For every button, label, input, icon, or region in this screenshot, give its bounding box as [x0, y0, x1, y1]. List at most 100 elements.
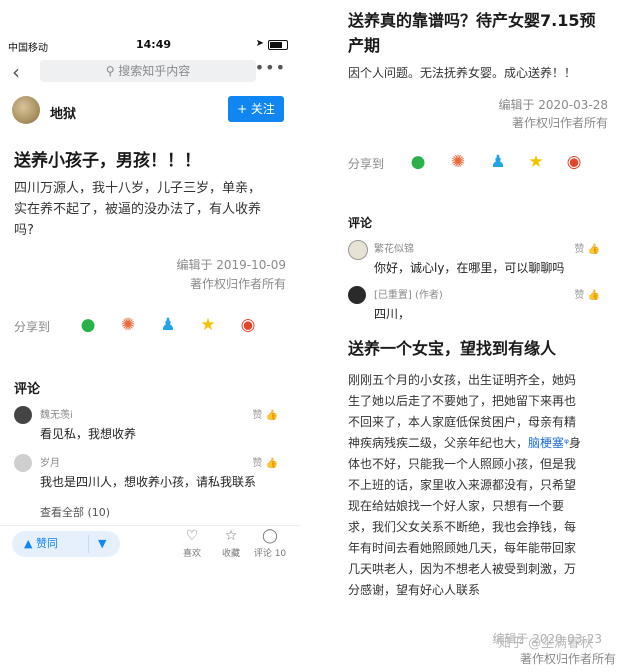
moments-icon[interactable]: ✺ [448, 152, 468, 172]
post-line: 体也不好，只能我一个人照顾小孩，但是我 [348, 457, 577, 471]
like-button[interactable]: 赞 👍 [252, 454, 278, 469]
share-label: 分享到 [348, 157, 385, 171]
right-screenshot: 送养真的靠谱吗？待产女婴7.15预 产期 因个人问题。无法抚养女婴。成心送养！！… [320, 0, 630, 672]
question-title: 送养小孩子，男孩！！！ [14, 151, 201, 171]
like-label: 赞 [574, 244, 585, 255]
question-body: 四川万源人，我十八岁，儿子三岁，单亲， 实在养不起了，被逼的没办法了，有人收养 … [14, 178, 286, 241]
moments-icon[interactable]: ✺ [118, 315, 138, 335]
question-line: 实在养不起了，被逼的没办法了，有人收养 [14, 202, 262, 217]
edited-date: 编辑于 2020-03-28 [498, 98, 608, 112]
weibo-icon[interactable]: ◉ [564, 152, 584, 172]
question-title: 送养真的靠谱吗？待产女婴7.15预 产期 [348, 8, 608, 58]
post-body: 刚刚五个月的小女孩，出生证明齐全，她妈 生了她以后走了不要她了，把她留下来再也 … [348, 370, 616, 601]
comment-text: 我也是四川人，想收养小孩，请私我联系 [40, 475, 257, 489]
author-row: 地狱 + 关注 [12, 96, 292, 126]
share-label: 分享到 [14, 320, 51, 334]
wechat-icon[interactable]: ● [408, 152, 428, 172]
clock: 14:49 [136, 38, 172, 51]
post-line: 不上班的话，家里收入来源都没有，只希望 [348, 478, 577, 492]
edited-date: 编辑于 2019-10-09 [176, 258, 286, 272]
comment-text: 四川， [374, 307, 411, 321]
comments-title: 评论 [14, 382, 41, 397]
comment-button[interactable]: ◯ 评论 10 [250, 528, 290, 559]
copyright-note: 著作权归作者所有 [189, 277, 286, 291]
back-icon[interactable]: ‹ [12, 60, 20, 84]
title-line: 产期 [348, 36, 381, 55]
avatar[interactable] [12, 96, 40, 124]
post-line: 分感谢，望有好心人联系 [348, 583, 481, 597]
comments-title: 评论 [348, 216, 373, 230]
divider [88, 535, 89, 553]
question-line: 吗? [14, 223, 34, 238]
upvote-label: 赞同 [35, 537, 58, 550]
avatar[interactable] [14, 454, 32, 472]
thumb-icon: 👍 [587, 290, 600, 301]
collect-label: 收藏 [221, 549, 240, 559]
upvote-button[interactable]: ▲ 赞同 [24, 531, 58, 557]
collect-button[interactable]: ☆ 收藏 [211, 528, 251, 559]
question-body: 因个人问题。无法抚养女婴。成心送养！！ [348, 66, 577, 80]
thumb-icon: 👍 [265, 458, 278, 469]
view-all-comments[interactable]: 查看全部 (10) [40, 504, 110, 520]
post-line-tail: 身 [569, 436, 582, 450]
comment-item: 繁花似锦 你好，诚心ly，在哪里，可以聊聊吗 赞 👍 [348, 238, 608, 282]
post-line-text: 神疾病残疾二级，父亲年纪也大， [348, 436, 529, 450]
comment-text: 你好，诚心ly，在哪里，可以聊聊吗 [374, 261, 565, 275]
watermark: 知乎 @尘满春秋 [498, 636, 594, 651]
search-icon: ⚲ [105, 64, 119, 78]
comment-author[interactable]: 岁月 [40, 454, 60, 469]
comment-item: [已重置] (作者) 四川， 赞 👍 [348, 284, 608, 328]
qzone-icon[interactable]: ★ [198, 315, 218, 335]
post-line: 几天哄老人，因为不想老人被受到刺激，万 [348, 562, 577, 576]
follow-button[interactable]: + 关注 [228, 96, 284, 122]
author-name[interactable]: 地狱 [50, 103, 76, 122]
qq-icon[interactable]: ♟ [158, 315, 178, 335]
left-screenshot: 中国移动 14:49 ➤ ‹ ⚲ 搜索知乎内容 ••• 地狱 + 关注 送养小孩… [0, 0, 300, 672]
avatar[interactable] [14, 406, 32, 424]
status-bar: 中国移动 14:49 ➤ [0, 36, 300, 54]
copyright-note: 著作权归作者所有 [511, 116, 608, 130]
share-row: 分享到 ● ✺ ♟ ★ ◉ [14, 315, 294, 337]
comment-author[interactable]: 魏无羡i [40, 406, 73, 421]
post-line: 神疾病残疾二级，父亲年纪也大，脑梗塞ᵠ身 [348, 433, 616, 454]
location-icon: ➤ [255, 38, 264, 49]
weibo-icon[interactable]: ◉ [238, 315, 258, 335]
post-line: 生了她以后走了不要她了，把她留下来再也 [348, 394, 577, 408]
keyword-link[interactable]: 脑梗塞 [528, 436, 564, 450]
battery-icon [268, 40, 288, 50]
bottom-action-bar: ▲ 赞同 ▼ ♡ 喜欢 ☆ 收藏 ◯ 评论 10 [0, 525, 300, 566]
like-button[interactable]: 赞 👍 [252, 406, 278, 421]
search-placeholder: 搜索知乎内容 [118, 64, 191, 78]
qq-icon[interactable]: ♟ [488, 152, 508, 172]
like-button[interactable]: 赞 👍 [574, 240, 600, 255]
avatar[interactable] [348, 286, 366, 304]
copyright-note: 著作权归作者所有 [519, 652, 616, 666]
comment-author[interactable]: [已重置] (作者) [374, 286, 443, 301]
like-label: 赞 [252, 458, 263, 469]
like-action-label: 喜欢 [182, 549, 201, 559]
post-line: 不回来了，本人家庭低保贫困户，母亲有精 [348, 415, 577, 429]
post-line: 求，我们父女关系不断绝，我也会挣钱，每 [348, 520, 577, 534]
post-line: 现在给姑娘找一个好人家，只想有一个要 [348, 499, 565, 513]
search-input[interactable]: ⚲ 搜索知乎内容 [40, 60, 256, 82]
comment-text: 看见私，我想收养 [40, 427, 137, 441]
downvote-button[interactable]: ▼ [98, 531, 106, 557]
wechat-icon[interactable]: ● [78, 315, 98, 335]
qzone-icon[interactable]: ★ [526, 152, 546, 172]
comment-author[interactable]: 繁花似锦 [374, 240, 414, 255]
like-action-button[interactable]: ♡ 喜欢 [172, 528, 212, 559]
comment-count-label: 评论 10 [253, 549, 287, 559]
star-icon: ☆ [224, 528, 238, 544]
comment-item: 魏无羡i 看见私，我想收养 赞 👍 [14, 404, 286, 448]
like-label: 赞 [252, 410, 263, 421]
post-title: 送养一个女宝，望找到有缘人 [348, 339, 557, 358]
comment-icon: ◯ [262, 528, 278, 544]
like-button[interactable]: 赞 👍 [574, 286, 600, 301]
question-line: 四川万源人，我十八岁，儿子三岁，单亲， [14, 181, 262, 196]
more-icon[interactable]: ••• [255, 58, 286, 77]
thumb-icon: 👍 [265, 410, 278, 421]
thumb-icon: 👍 [587, 244, 600, 255]
avatar[interactable] [348, 240, 368, 260]
post-line: 年有时间去看她照顾她几天，每年能带回家 [348, 541, 577, 555]
post-line: 刚刚五个月的小女孩，出生证明齐全，她妈 [348, 373, 577, 387]
